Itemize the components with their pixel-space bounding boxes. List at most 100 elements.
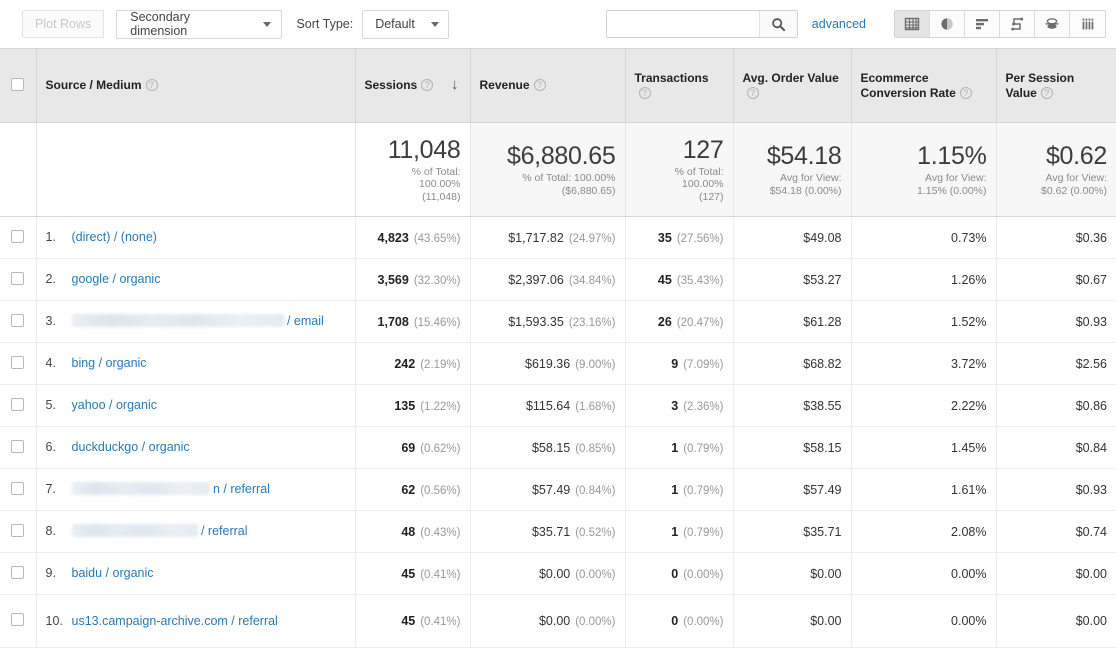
help-icon[interactable]: ? xyxy=(421,79,434,91)
revenue-percent: (24.97%) xyxy=(568,232,616,245)
sessions-cell: 242 (2.19%) xyxy=(354,342,470,385)
pivot-view-icon-button[interactable] xyxy=(1070,11,1105,37)
source-medium-link[interactable]: n / referral xyxy=(210,482,270,497)
transactions-value: 1 xyxy=(671,440,679,455)
revenue-percent: (0.84%) xyxy=(575,484,616,497)
source-medium-link[interactable]: google / organic xyxy=(72,272,161,287)
column-header-sessions[interactable]: ↓ Sessions? xyxy=(354,48,470,123)
table-view-icon-button[interactable] xyxy=(895,11,931,37)
row-checkbox[interactable] xyxy=(11,397,25,411)
row-checkbox[interactable] xyxy=(11,613,25,626)
source-medium-link[interactable]: / referral xyxy=(198,524,248,539)
sort-type-dropdown[interactable]: Default xyxy=(362,9,449,39)
source-medium-cell: 6. duckduckgo / organic xyxy=(35,426,355,469)
performance-view-icon xyxy=(1011,17,1024,31)
avg-order-value: $0.00 xyxy=(810,566,842,581)
ecommerce-conversion-rate-value: 3.72% xyxy=(951,356,987,371)
advanced-link[interactable]: advanced xyxy=(812,17,866,31)
help-icon[interactable]: ? xyxy=(959,86,972,99)
help-icon[interactable]: ? xyxy=(746,87,759,99)
row-index: 8. xyxy=(45,524,56,538)
transactions-cell: 1 (0.79%) xyxy=(624,510,733,553)
ecommerce-conversion-rate-value: 0.00% xyxy=(951,614,987,628)
ecommerce-conversion-rate-value: 1.61% xyxy=(951,482,987,497)
help-icon[interactable]: ? xyxy=(638,87,651,99)
sessions-cell: 69 (0.62%) xyxy=(354,426,470,469)
per-session-value: $0.74 xyxy=(1075,524,1107,539)
ecommerce-conversion-rate-value: 1.52% xyxy=(951,314,987,329)
revenue-percent: (0.00%) xyxy=(575,568,616,581)
redacted-source-block xyxy=(71,314,284,327)
revenue-percent: (1.68%) xyxy=(575,400,616,413)
row-checkbox[interactable] xyxy=(11,313,25,327)
column-header-ecommerce-conversion-rate[interactable]: Ecommerce Conversion Rate? xyxy=(850,48,996,123)
row-checkbox[interactable] xyxy=(11,229,25,243)
row-checkbox[interactable] xyxy=(11,523,25,537)
row-select-cell xyxy=(0,426,36,469)
ecommerce-conversion-rate-value: 2.22% xyxy=(951,398,987,413)
row-checkbox[interactable] xyxy=(11,271,25,285)
column-label: Revenue xyxy=(479,78,530,92)
secondary-dimension-dropdown[interactable]: Secondary dimension xyxy=(116,9,283,39)
summary-sub-line: % of Total: 100.00% xyxy=(522,172,616,184)
transactions-cell: 3 (2.36%) xyxy=(624,384,733,427)
search-button[interactable] xyxy=(758,11,797,37)
transactions-percent: (0.79%) xyxy=(683,442,724,455)
column-header-revenue[interactable]: Revenue? xyxy=(469,48,625,123)
revenue-cell: $115.64 (1.68%) xyxy=(469,384,625,427)
per-session-value: $0.00 xyxy=(1075,614,1107,628)
avg-order-value: $38.55 xyxy=(803,398,842,413)
transactions-cell: 35 (27.56%) xyxy=(624,216,733,259)
performance-view-icon-button[interactable] xyxy=(1000,11,1036,37)
row-checkbox[interactable] xyxy=(11,565,25,579)
select-all-checkbox[interactable] xyxy=(11,77,25,91)
row-index: 5. xyxy=(45,398,56,412)
comparison-view-icon-button[interactable] xyxy=(1035,11,1071,37)
table-row: 3. / email 1,708 (15.46%) $1,593.35 (23.16%)… xyxy=(0,300,1116,343)
column-label: Avg. Order Value xyxy=(742,71,839,85)
row-index: 3. xyxy=(45,314,56,328)
column-header-source-medium[interactable]: Source / Medium? xyxy=(35,48,355,123)
source-medium-link[interactable]: / email xyxy=(284,314,324,329)
per-session-value: $0.36 xyxy=(1075,230,1107,245)
transactions-percent: (35.43%) xyxy=(676,274,724,287)
sessions-percent: (32.30%) xyxy=(413,274,461,287)
summary-value: 11,048 xyxy=(387,135,461,164)
per-session-value: $0.84 xyxy=(1075,440,1107,455)
source-medium-cell: 1. (direct) / (none) xyxy=(35,216,355,259)
summary-value: $6,880.65 xyxy=(506,142,616,170)
source-medium-link[interactable]: baidu / organic xyxy=(72,566,154,581)
column-header-avg-order-value[interactable]: Avg. Order Value? xyxy=(732,48,851,123)
bar-chart-view-icon-button[interactable] xyxy=(965,11,1001,37)
row-checkbox[interactable] xyxy=(11,439,25,453)
secondary-dimension-label: Secondary dimension xyxy=(130,10,191,38)
help-icon[interactable]: ? xyxy=(533,79,546,91)
help-icon[interactable]: ? xyxy=(1040,86,1053,99)
ecommerce-conversion-rate-cell: 0.00% xyxy=(850,552,996,595)
select-all-header xyxy=(0,48,36,123)
column-header-per-session-value[interactable]: Per Session Value? xyxy=(995,48,1116,123)
row-checkbox[interactable] xyxy=(11,355,25,369)
source-medium-link[interactable]: (direct) / (none) xyxy=(72,230,157,245)
column-header-transactions[interactable]: Transactions? xyxy=(624,48,733,123)
source-medium-link[interactable]: duckduckgo / organic xyxy=(72,440,190,455)
help-icon[interactable]: ? xyxy=(145,79,158,91)
summary-row: 11,048 % of Total: 100.00% (11,048) $6,8… xyxy=(0,122,1116,217)
search-input[interactable] xyxy=(606,11,759,37)
plot-rows-button[interactable]: Plot Rows xyxy=(22,10,105,38)
source-medium-link[interactable]: yahoo / organic xyxy=(72,398,157,413)
summary-sub: Avg for View: $54.18 (0.00%) xyxy=(743,172,842,197)
row-checkbox[interactable] xyxy=(11,481,25,495)
summary-sub-line: Avg for View: xyxy=(925,172,987,184)
plot-rows-label: Plot Rows xyxy=(35,17,92,31)
column-label: Sessions xyxy=(364,78,418,92)
source-medium-link[interactable]: bing / organic xyxy=(72,356,147,371)
pie-chart-view-icon-button[interactable] xyxy=(930,11,966,37)
table-row: 2. google / organic 3,569 (32.30%) $2,397.06… xyxy=(0,258,1116,301)
row-index: 2. xyxy=(45,272,56,286)
transactions-percent: (0.79%) xyxy=(683,526,724,539)
source-medium-link[interactable]: us13.campaign-archive.com / referral xyxy=(72,614,278,629)
per-session-value-cell: $0.93 xyxy=(995,300,1116,343)
sort-type-value: Default xyxy=(375,17,415,31)
row-select-cell xyxy=(0,216,36,259)
